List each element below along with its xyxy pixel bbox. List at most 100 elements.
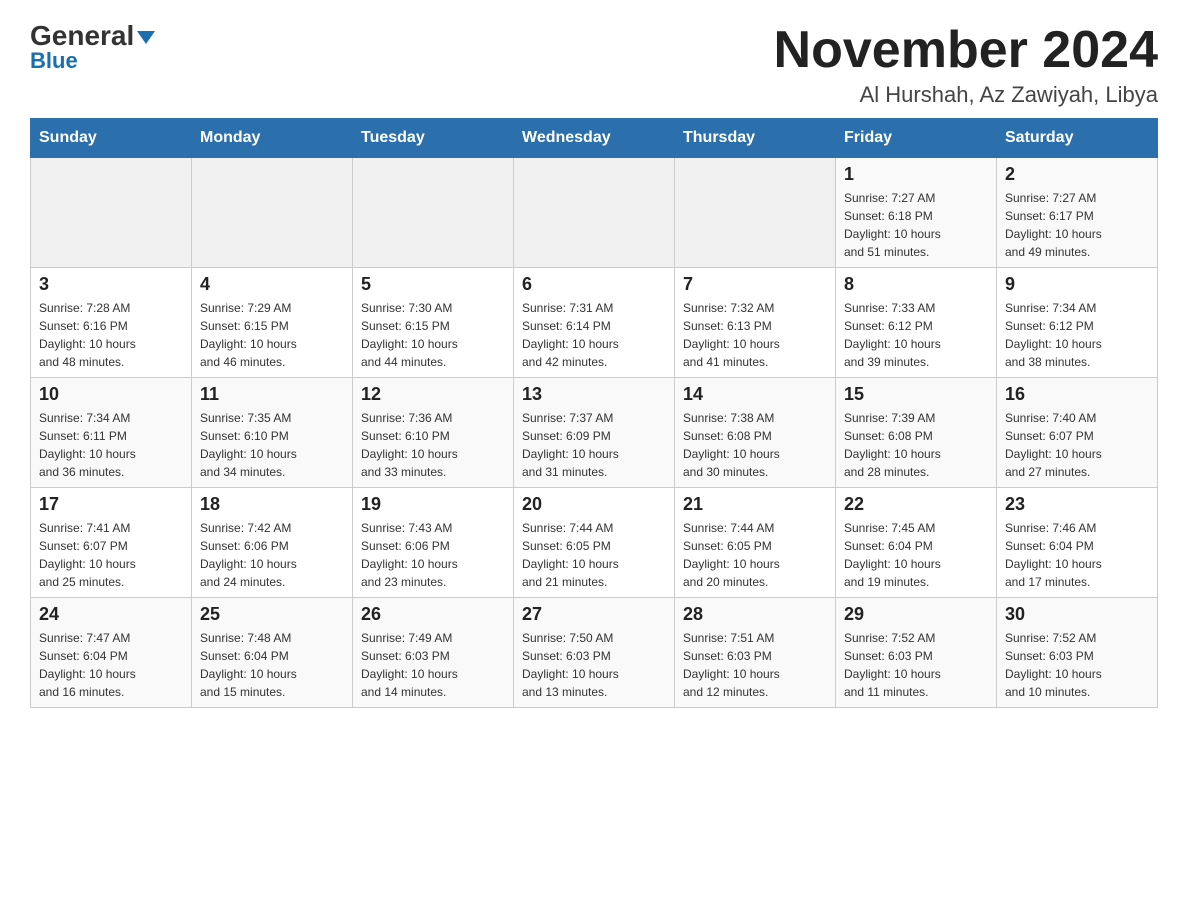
day-number: 9 bbox=[1005, 274, 1149, 295]
day-info: Sunrise: 7:34 AMSunset: 6:11 PMDaylight:… bbox=[39, 409, 183, 481]
day-number: 18 bbox=[200, 494, 344, 515]
day-info: Sunrise: 7:44 AMSunset: 6:05 PMDaylight:… bbox=[683, 519, 827, 591]
day-number: 20 bbox=[522, 494, 666, 515]
day-number: 19 bbox=[361, 494, 505, 515]
day-info: Sunrise: 7:52 AMSunset: 6:03 PMDaylight:… bbox=[1005, 629, 1149, 701]
calendar-cell: 17 Sunrise: 7:41 AMSunset: 6:07 PMDayligh… bbox=[31, 488, 192, 598]
calendar-cell bbox=[31, 158, 192, 268]
day-number: 7 bbox=[683, 274, 827, 295]
calendar-title: November 2024 bbox=[774, 20, 1158, 80]
day-info: Sunrise: 7:41 AMSunset: 6:07 PMDaylight:… bbox=[39, 519, 183, 591]
day-number: 5 bbox=[361, 274, 505, 295]
logo-sub: Blue bbox=[30, 48, 78, 74]
day-info: Sunrise: 7:42 AMSunset: 6:06 PMDaylight:… bbox=[200, 519, 344, 591]
day-info: Sunrise: 7:36 AMSunset: 6:10 PMDaylight:… bbox=[361, 409, 505, 481]
day-info: Sunrise: 7:27 AMSunset: 6:18 PMDaylight:… bbox=[844, 189, 988, 261]
col-thursday: Thursday bbox=[675, 119, 836, 158]
day-number: 10 bbox=[39, 384, 183, 405]
day-number: 12 bbox=[361, 384, 505, 405]
day-info: Sunrise: 7:47 AMSunset: 6:04 PMDaylight:… bbox=[39, 629, 183, 701]
day-info: Sunrise: 7:35 AMSunset: 6:10 PMDaylight:… bbox=[200, 409, 344, 481]
calendar-cell: 21 Sunrise: 7:44 AMSunset: 6:05 PMDayligh… bbox=[675, 488, 836, 598]
day-number: 27 bbox=[522, 604, 666, 625]
day-number: 28 bbox=[683, 604, 827, 625]
day-number: 15 bbox=[844, 384, 988, 405]
day-info: Sunrise: 7:34 AMSunset: 6:12 PMDaylight:… bbox=[1005, 299, 1149, 371]
calendar-week-row: 24 Sunrise: 7:47 AMSunset: 6:04 PMDayligh… bbox=[31, 598, 1158, 708]
day-info: Sunrise: 7:29 AMSunset: 6:15 PMDaylight:… bbox=[200, 299, 344, 371]
day-number: 4 bbox=[200, 274, 344, 295]
day-number: 24 bbox=[39, 604, 183, 625]
calendar-header-row: Sunday Monday Tuesday Wednesday Thursday… bbox=[31, 119, 1158, 158]
calendar-cell bbox=[514, 158, 675, 268]
calendar-cell: 4 Sunrise: 7:29 AMSunset: 6:15 PMDaylight… bbox=[192, 268, 353, 378]
day-info: Sunrise: 7:33 AMSunset: 6:12 PMDaylight:… bbox=[844, 299, 988, 371]
day-info: Sunrise: 7:40 AMSunset: 6:07 PMDaylight:… bbox=[1005, 409, 1149, 481]
col-monday: Monday bbox=[192, 119, 353, 158]
day-info: Sunrise: 7:32 AMSunset: 6:13 PMDaylight:… bbox=[683, 299, 827, 371]
logo: General Blue bbox=[30, 20, 155, 74]
day-number: 22 bbox=[844, 494, 988, 515]
calendar-cell: 30 Sunrise: 7:52 AMSunset: 6:03 PMDayligh… bbox=[997, 598, 1158, 708]
day-info: Sunrise: 7:49 AMSunset: 6:03 PMDaylight:… bbox=[361, 629, 505, 701]
day-number: 16 bbox=[1005, 384, 1149, 405]
day-number: 29 bbox=[844, 604, 988, 625]
day-number: 1 bbox=[844, 164, 988, 185]
col-sunday: Sunday bbox=[31, 119, 192, 158]
calendar-table: Sunday Monday Tuesday Wednesday Thursday… bbox=[30, 118, 1158, 708]
calendar-cell: 5Sunrise: 7:30 AMSunset: 6:15 PMDaylight… bbox=[353, 268, 514, 378]
day-info: Sunrise: 7:27 AMSunset: 6:17 PMDaylight:… bbox=[1005, 189, 1149, 261]
day-info: Sunrise: 7:39 AMSunset: 6:08 PMDaylight:… bbox=[844, 409, 988, 481]
calendar-week-row: 1 Sunrise: 7:27 AMSunset: 6:18 PMDaylight… bbox=[31, 158, 1158, 268]
col-saturday: Saturday bbox=[997, 119, 1158, 158]
calendar-cell: 15 Sunrise: 7:39 AMSunset: 6:08 PMDayligh… bbox=[836, 378, 997, 488]
day-number: 25 bbox=[200, 604, 344, 625]
calendar-cell: 27 Sunrise: 7:50 AMSunset: 6:03 PMDayligh… bbox=[514, 598, 675, 708]
page-header: General Blue November 2024 Al Hurshah, A… bbox=[30, 20, 1158, 108]
calendar-week-row: 3Sunrise: 7:28 AMSunset: 6:16 PMDaylight… bbox=[31, 268, 1158, 378]
day-number: 17 bbox=[39, 494, 183, 515]
day-number: 11 bbox=[200, 384, 344, 405]
calendar-cell: 29Sunrise: 7:52 AMSunset: 6:03 PMDayligh… bbox=[836, 598, 997, 708]
calendar-cell bbox=[675, 158, 836, 268]
calendar-cell: 20 Sunrise: 7:44 AMSunset: 6:05 PMDayligh… bbox=[514, 488, 675, 598]
calendar-cell bbox=[192, 158, 353, 268]
calendar-cell: 24 Sunrise: 7:47 AMSunset: 6:04 PMDayligh… bbox=[31, 598, 192, 708]
calendar-cell: 2 Sunrise: 7:27 AMSunset: 6:17 PMDaylight… bbox=[997, 158, 1158, 268]
day-number: 21 bbox=[683, 494, 827, 515]
day-number: 8 bbox=[844, 274, 988, 295]
day-number: 30 bbox=[1005, 604, 1149, 625]
calendar-week-row: 10 Sunrise: 7:34 AMSunset: 6:11 PMDayligh… bbox=[31, 378, 1158, 488]
calendar-cell: 23Sunrise: 7:46 AMSunset: 6:04 PMDayligh… bbox=[997, 488, 1158, 598]
calendar-cell: 18 Sunrise: 7:42 AMSunset: 6:06 PMDayligh… bbox=[192, 488, 353, 598]
day-info: Sunrise: 7:38 AMSunset: 6:08 PMDaylight:… bbox=[683, 409, 827, 481]
calendar-cell: 26 Sunrise: 7:49 AMSunset: 6:03 PMDayligh… bbox=[353, 598, 514, 708]
title-area: November 2024 Al Hurshah, Az Zawiyah, Li… bbox=[774, 20, 1158, 108]
calendar-week-row: 17 Sunrise: 7:41 AMSunset: 6:07 PMDayligh… bbox=[31, 488, 1158, 598]
calendar-cell: 13Sunrise: 7:37 AMSunset: 6:09 PMDayligh… bbox=[514, 378, 675, 488]
day-number: 14 bbox=[683, 384, 827, 405]
day-info: Sunrise: 7:37 AMSunset: 6:09 PMDaylight:… bbox=[522, 409, 666, 481]
day-number: 23 bbox=[1005, 494, 1149, 515]
calendar-cell: 10 Sunrise: 7:34 AMSunset: 6:11 PMDayligh… bbox=[31, 378, 192, 488]
calendar-cell: 1 Sunrise: 7:27 AMSunset: 6:18 PMDaylight… bbox=[836, 158, 997, 268]
col-friday: Friday bbox=[836, 119, 997, 158]
day-info: Sunrise: 7:44 AMSunset: 6:05 PMDaylight:… bbox=[522, 519, 666, 591]
calendar-cell: 8 Sunrise: 7:33 AMSunset: 6:12 PMDaylight… bbox=[836, 268, 997, 378]
day-info: Sunrise: 7:50 AMSunset: 6:03 PMDaylight:… bbox=[522, 629, 666, 701]
day-number: 6 bbox=[522, 274, 666, 295]
col-tuesday: Tuesday bbox=[353, 119, 514, 158]
calendar-cell: 19Sunrise: 7:43 AMSunset: 6:06 PMDayligh… bbox=[353, 488, 514, 598]
calendar-cell: 11 Sunrise: 7:35 AMSunset: 6:10 PMDayligh… bbox=[192, 378, 353, 488]
day-info: Sunrise: 7:45 AMSunset: 6:04 PMDaylight:… bbox=[844, 519, 988, 591]
day-number: 26 bbox=[361, 604, 505, 625]
calendar-cell: 16 Sunrise: 7:40 AMSunset: 6:07 PMDayligh… bbox=[997, 378, 1158, 488]
day-number: 2 bbox=[1005, 164, 1149, 185]
day-info: Sunrise: 7:48 AMSunset: 6:04 PMDaylight:… bbox=[200, 629, 344, 701]
calendar-cell: 7 Sunrise: 7:32 AMSunset: 6:13 PMDaylight… bbox=[675, 268, 836, 378]
calendar-cell: 9 Sunrise: 7:34 AMSunset: 6:12 PMDaylight… bbox=[997, 268, 1158, 378]
day-number: 3 bbox=[39, 274, 183, 295]
calendar-cell bbox=[353, 158, 514, 268]
calendar-cell: 3Sunrise: 7:28 AMSunset: 6:16 PMDaylight… bbox=[31, 268, 192, 378]
calendar-cell: 25 Sunrise: 7:48 AMSunset: 6:04 PMDayligh… bbox=[192, 598, 353, 708]
